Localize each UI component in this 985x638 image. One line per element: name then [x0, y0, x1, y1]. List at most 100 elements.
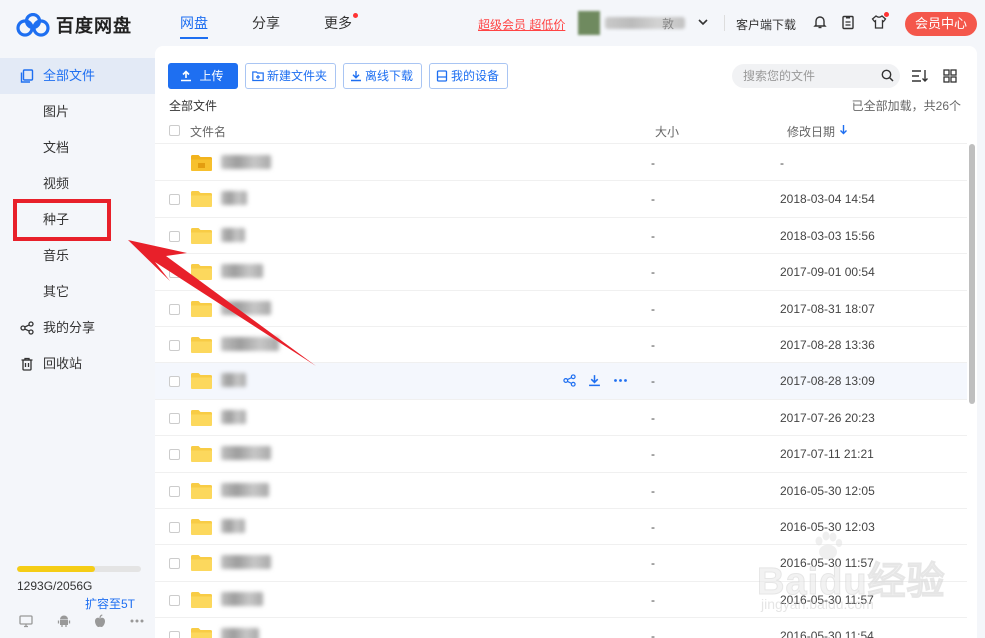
search-input[interactable] [732, 64, 900, 88]
file-name-blurred[interactable] [221, 191, 247, 206]
select-all-checkbox[interactable] [169, 125, 180, 136]
search-icon[interactable] [881, 69, 894, 82]
row-checkbox[interactable] [169, 303, 180, 315]
file-date: 2016-05-30 12:05 [780, 483, 875, 498]
file-name-blurred[interactable] [221, 628, 259, 638]
table-row[interactable]: - 2016-05-30 11:57 [155, 582, 967, 619]
table-row[interactable]: - 2017-08-31 18:07 [155, 291, 967, 327]
more-icon[interactable] [129, 614, 144, 628]
table-row[interactable]: - 2017-09-01 00:54 [155, 254, 967, 291]
table-row[interactable]: - 2016-05-30 11:54 [155, 618, 967, 638]
android-icon[interactable] [57, 614, 71, 628]
column-header-name[interactable]: 文件名 [190, 123, 226, 140]
download-icon[interactable] [588, 374, 601, 387]
breadcrumb[interactable]: 全部文件 [169, 97, 217, 114]
offline-download-button[interactable]: 离线下载 [343, 63, 423, 89]
file-date: 2016-05-30 12:03 [780, 519, 875, 534]
avatar[interactable] [578, 11, 600, 35]
more-icon[interactable] [613, 374, 627, 387]
file-name-blurred[interactable] [221, 482, 269, 497]
table-row[interactable]: - 2016-05-30 12:03 [155, 509, 967, 546]
sidebar-item-recycle-bin[interactable]: 回收站 [0, 346, 155, 382]
row-checkbox[interactable] [169, 521, 180, 533]
grid-view-icon[interactable] [942, 68, 960, 84]
upload-button[interactable]: 上传 [168, 63, 238, 89]
sidebar-item-music[interactable]: 音乐 [0, 238, 155, 274]
sidebar-item-label: 回收站 [43, 356, 83, 371]
row-checkbox[interactable] [169, 558, 180, 570]
sidebar-item-other[interactable]: 其它 [0, 274, 155, 310]
file-date: 2017-08-28 13:09 [780, 374, 875, 389]
table-row[interactable]: - 2016-05-30 11:57 [155, 545, 967, 582]
sidebar-item-documents[interactable]: 文档 [0, 130, 155, 166]
table-row[interactable]: - 2017-07-26 20:23 [155, 400, 967, 437]
file-date: 2016-05-30 11:57 [780, 556, 874, 571]
nav-netdisk[interactable]: 网盘 [180, 0, 208, 46]
row-checkbox[interactable] [169, 594, 180, 606]
file-name-blurred[interactable] [221, 446, 271, 461]
clipboard-icon[interactable] [840, 14, 856, 30]
files-icon [20, 69, 34, 83]
file-date: 2017-07-11 21:21 [780, 447, 874, 462]
sidebar-item-all-files[interactable]: 全部文件 [0, 58, 155, 94]
desktop-icon[interactable] [19, 614, 33, 628]
sidebar-item-torrents[interactable]: 种子 [0, 202, 155, 238]
table-row[interactable]: - 2016-05-30 12:05 [155, 473, 967, 509]
scrollbar[interactable] [969, 144, 975, 404]
row-checkbox[interactable] [169, 267, 180, 279]
row-checkbox[interactable] [169, 339, 180, 351]
my-devices-button[interactable]: 我的设备 [429, 63, 509, 89]
column-header-size[interactable]: 大小 [655, 123, 679, 140]
column-header-date[interactable]: 修改日期 [787, 123, 835, 140]
table-row[interactable]: - 2017-08-28 13:36 [155, 327, 967, 364]
folder-icon [190, 154, 213, 172]
share-icon[interactable] [563, 374, 576, 388]
chevron-down-icon[interactable] [697, 16, 709, 28]
share-icon [20, 321, 34, 335]
nav-share[interactable]: 分享 [252, 0, 280, 46]
row-checkbox[interactable] [169, 485, 180, 497]
file-date: 2017-08-28 13:36 [780, 337, 875, 352]
sidebar-item-label: 视频 [43, 176, 70, 191]
file-name-blurred[interactable] [221, 227, 245, 242]
download-icon [350, 70, 362, 82]
file-name-blurred[interactable] [221, 264, 263, 279]
file-name-blurred[interactable] [221, 300, 271, 315]
sort-descending-icon[interactable] [839, 124, 848, 135]
sidebar-item-my-shares[interactable]: 我的分享 [0, 310, 155, 346]
row-checkbox[interactable] [169, 449, 180, 461]
file-name-blurred[interactable] [221, 409, 246, 424]
file-name-blurred[interactable] [221, 518, 245, 533]
row-checkbox[interactable] [169, 230, 180, 242]
table-row[interactable]: - 2018-03-04 14:54 [155, 181, 967, 218]
file-name-blurred[interactable] [221, 555, 271, 570]
vip-center-button[interactable]: 会员中心 [905, 12, 977, 36]
row-checkbox[interactable] [169, 376, 180, 388]
file-size: - [651, 447, 655, 462]
logo[interactable]: 百度网盘 [16, 12, 132, 38]
sort-list-icon[interactable] [911, 68, 929, 84]
vip-promo-link[interactable]: 超级会员 超低价 [478, 16, 565, 33]
sidebar: 全部文件 图片 文档 视频 种子 音乐 其它 我的分享 回收站 [0, 46, 155, 638]
file-name-blurred[interactable] [221, 591, 263, 606]
new-folder-button[interactable]: 新建文件夹 [245, 63, 337, 89]
row-checkbox[interactable] [169, 631, 180, 638]
file-name-blurred[interactable] [221, 373, 246, 388]
table-row[interactable]: - 2018-03-03 15:56 [155, 218, 967, 255]
client-download-link[interactable]: 客户端下载 [736, 16, 796, 33]
table-row[interactable]: - 2017-07-11 21:21 [155, 436, 967, 473]
nav-more[interactable]: 更多 [324, 0, 358, 46]
shirt-icon[interactable] [871, 12, 889, 30]
table-row[interactable]: - 2017-08-28 13:09 [155, 363, 967, 400]
table-row[interactable]: -- [155, 145, 967, 182]
sidebar-item-images[interactable]: 图片 [0, 94, 155, 130]
file-name-blurred[interactable] [221, 336, 279, 351]
file-name-blurred[interactable] [221, 155, 271, 169]
bell-icon[interactable] [812, 14, 828, 30]
apple-icon[interactable] [93, 614, 107, 628]
row-checkbox[interactable] [169, 412, 180, 424]
app-name: 百度网盘 [56, 16, 132, 36]
sidebar-item-videos[interactable]: 视频 [0, 166, 155, 202]
expand-storage-link[interactable]: 扩容至5T [85, 595, 135, 612]
row-checkbox[interactable] [169, 194, 180, 206]
